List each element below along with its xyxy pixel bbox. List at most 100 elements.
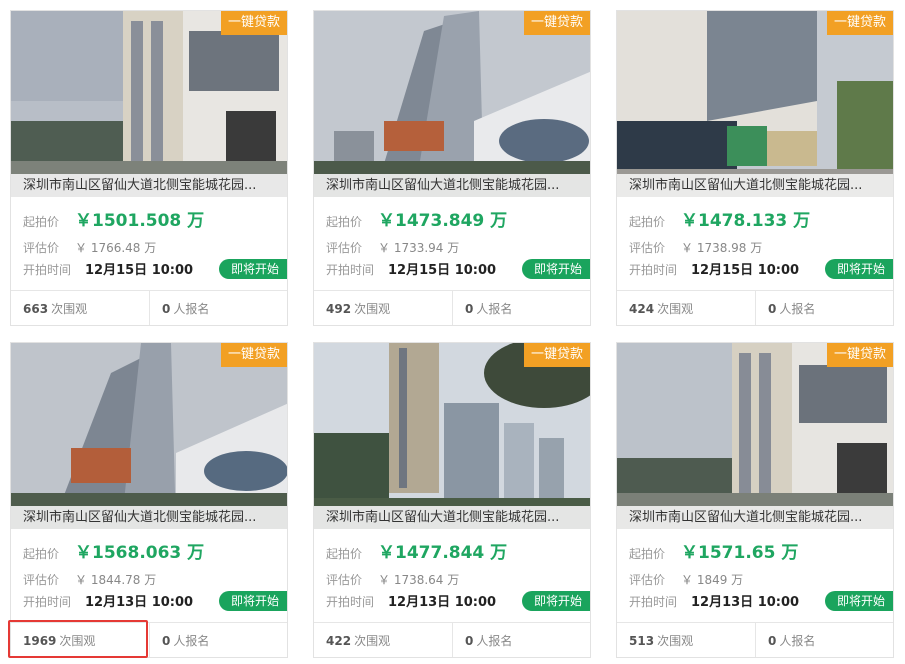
start-price-value: ￥1501.508 万 — [75, 211, 205, 231]
signups-label: 人报名 — [173, 634, 210, 648]
signups-number: 0 — [162, 302, 171, 316]
signups-label: 人报名 — [476, 302, 513, 316]
card-footer: 1969 次围观 0 人报名 — [11, 622, 287, 657]
start-price-label: 起拍价 — [326, 215, 363, 229]
views-number: 513 — [629, 634, 655, 648]
start-time-label: 开拍时间 — [629, 263, 678, 277]
listing-title[interactable]: 深圳市南山区留仙大道北侧宝能城花园... — [617, 174, 893, 197]
views-number: 663 — [23, 302, 49, 316]
status-badge[interactable]: 即将开始 — [218, 259, 287, 279]
property-photo[interactable] — [11, 11, 287, 197]
estimate-label: 评估价 — [629, 573, 666, 587]
views-label: 次围观 — [51, 302, 88, 316]
property-photo[interactable] — [314, 343, 590, 529]
estimate-label: 评估价 — [23, 241, 60, 255]
start-time-label: 开拍时间 — [326, 263, 375, 277]
auction-listing-grid: 一键贷款 深圳市南山区留仙大道北侧宝能城花园... 起拍价 ￥1501.508 万… — [0, 0, 905, 664]
loan-tag[interactable]: 一键贷款 — [523, 11, 590, 35]
loan-tag[interactable]: 一键贷款 — [826, 343, 893, 367]
start-price-row: 起拍价 ￥1473.849 万 — [326, 209, 507, 233]
start-price-row: 起拍价 ￥1501.508 万 — [23, 209, 204, 233]
signups-count: 0 人报名 — [150, 291, 287, 325]
listing-card[interactable]: 一键贷款 深圳市南山区留仙大道北侧宝能城花园... 起拍价 ￥1473.849 万… — [313, 10, 591, 326]
card-footer: 513 次围观 0 人报名 — [617, 622, 893, 657]
start-price-value: ￥1571.65 万 — [681, 543, 799, 563]
loan-tag[interactable]: 一键贷款 — [220, 11, 287, 35]
views-number: 492 — [326, 302, 352, 316]
listing-card[interactable]: 一键贷款 深圳市南山区留仙大道北侧宝能城花园... 起拍价 ￥1571.65 万 … — [616, 342, 894, 658]
start-price-label: 起拍价 — [629, 547, 666, 561]
views-count: 663 次围观 — [11, 291, 150, 325]
signups-number: 0 — [465, 634, 474, 648]
start-time-row: 开拍时间 12月15日 10:00 — [23, 261, 193, 279]
views-label: 次围观 — [657, 302, 694, 316]
start-price-label: 起拍价 — [23, 215, 60, 229]
status-badge[interactable]: 即将开始 — [218, 591, 287, 611]
status-badge[interactable]: 即将开始 — [521, 591, 590, 611]
start-time-label: 开拍时间 — [326, 595, 375, 609]
start-price-row: 起拍价 ￥1571.65 万 — [629, 541, 798, 565]
listing-title[interactable]: 深圳市南山区留仙大道北侧宝能城花园... — [11, 506, 287, 529]
views-count: 424 次围观 — [617, 291, 756, 325]
start-time-label: 开拍时间 — [23, 595, 72, 609]
property-photo[interactable] — [617, 11, 893, 197]
start-price-value: ￥1473.849 万 — [378, 211, 508, 231]
estimate-label: 评估价 — [326, 241, 363, 255]
estimate-value: ￥ 1766.48 万 — [75, 241, 157, 255]
loan-tag[interactable]: 一键贷款 — [523, 343, 590, 367]
views-count: 1969 次围观 — [11, 623, 150, 657]
views-label: 次围观 — [354, 634, 391, 648]
signups-label: 人报名 — [173, 302, 210, 316]
estimate-value: ￥ 1849 万 — [681, 573, 744, 587]
card-footer: 492 次围观 0 人报名 — [314, 290, 590, 325]
property-photo[interactable] — [617, 343, 893, 529]
listing-title[interactable]: 深圳市南山区留仙大道北侧宝能城花园... — [11, 174, 287, 197]
start-price-label: 起拍价 — [629, 215, 666, 229]
estimate-value: ￥ 1733.94 万 — [378, 241, 460, 255]
estimate-row: 评估价 ￥ 1766.48 万 — [23, 239, 156, 257]
status-badge[interactable]: 即将开始 — [521, 259, 590, 279]
listing-card[interactable]: 一键贷款 深圳市南山区留仙大道北侧宝能城花园... 起拍价 ￥1478.133 万… — [616, 10, 894, 326]
signups-count: 0 人报名 — [453, 291, 590, 325]
start-time-value: 12月15日 10:00 — [691, 263, 800, 278]
start-time-value: 12月15日 10:00 — [85, 263, 194, 278]
listing-card[interactable]: 一键贷款 深圳市南山区留仙大道北侧宝能城花园... 起拍价 ￥1501.508 万… — [10, 10, 288, 326]
listing-title[interactable]: 深圳市南山区留仙大道北侧宝能城花园... — [617, 506, 893, 529]
listing-title[interactable]: 深圳市南山区留仙大道北侧宝能城花园... — [314, 174, 590, 197]
estimate-label: 评估价 — [629, 241, 666, 255]
start-time-row: 开拍时间 12月13日 10:00 — [23, 593, 193, 611]
listing-card[interactable]: 一键贷款 深圳市南山区留仙大道北侧宝能城花园... 起拍价 ￥1477.844 万… — [313, 342, 591, 658]
property-photo[interactable] — [314, 11, 590, 197]
estimate-row: 评估价 ￥ 1738.98 万 — [629, 239, 762, 257]
start-price-row: 起拍价 ￥1568.063 万 — [23, 541, 204, 565]
views-label: 次围观 — [59, 634, 96, 648]
card-footer: 663 次围观 0 人报名 — [11, 290, 287, 325]
card-footer: 424 次围观 0 人报名 — [617, 290, 893, 325]
signups-count: 0 人报名 — [756, 623, 893, 657]
signups-count: 0 人报名 — [453, 623, 590, 657]
start-price-value: ￥1477.844 万 — [378, 543, 508, 563]
loan-tag[interactable]: 一键贷款 — [826, 11, 893, 35]
status-badge[interactable]: 即将开始 — [824, 591, 893, 611]
views-count: 513 次围观 — [617, 623, 756, 657]
start-time-row: 开拍时间 12月13日 10:00 — [326, 593, 496, 611]
estimate-row: 评估价 ￥ 1849 万 — [629, 571, 743, 589]
estimate-label: 评估价 — [326, 573, 363, 587]
signups-number: 0 — [768, 302, 777, 316]
listing-title[interactable]: 深圳市南山区留仙大道北侧宝能城花园... — [314, 506, 590, 529]
loan-tag[interactable]: 一键贷款 — [220, 343, 287, 367]
start-time-label: 开拍时间 — [23, 263, 72, 277]
listing-card[interactable]: 一键贷款 深圳市南山区留仙大道北侧宝能城花园... 起拍价 ￥1568.063 万… — [10, 342, 288, 658]
start-time-value: 12月15日 10:00 — [388, 263, 497, 278]
status-badge[interactable]: 即将开始 — [824, 259, 893, 279]
start-price-row: 起拍价 ￥1477.844 万 — [326, 541, 507, 565]
views-label: 次围观 — [354, 302, 391, 316]
views-count: 492 次围观 — [314, 291, 453, 325]
start-price-label: 起拍价 — [326, 547, 363, 561]
estimate-value: ￥ 1844.78 万 — [75, 573, 157, 587]
views-number: 422 — [326, 634, 352, 648]
signups-label: 人报名 — [779, 302, 816, 316]
property-photo[interactable] — [11, 343, 287, 529]
start-price-row: 起拍价 ￥1478.133 万 — [629, 209, 810, 233]
start-time-value: 12月13日 10:00 — [85, 595, 194, 610]
